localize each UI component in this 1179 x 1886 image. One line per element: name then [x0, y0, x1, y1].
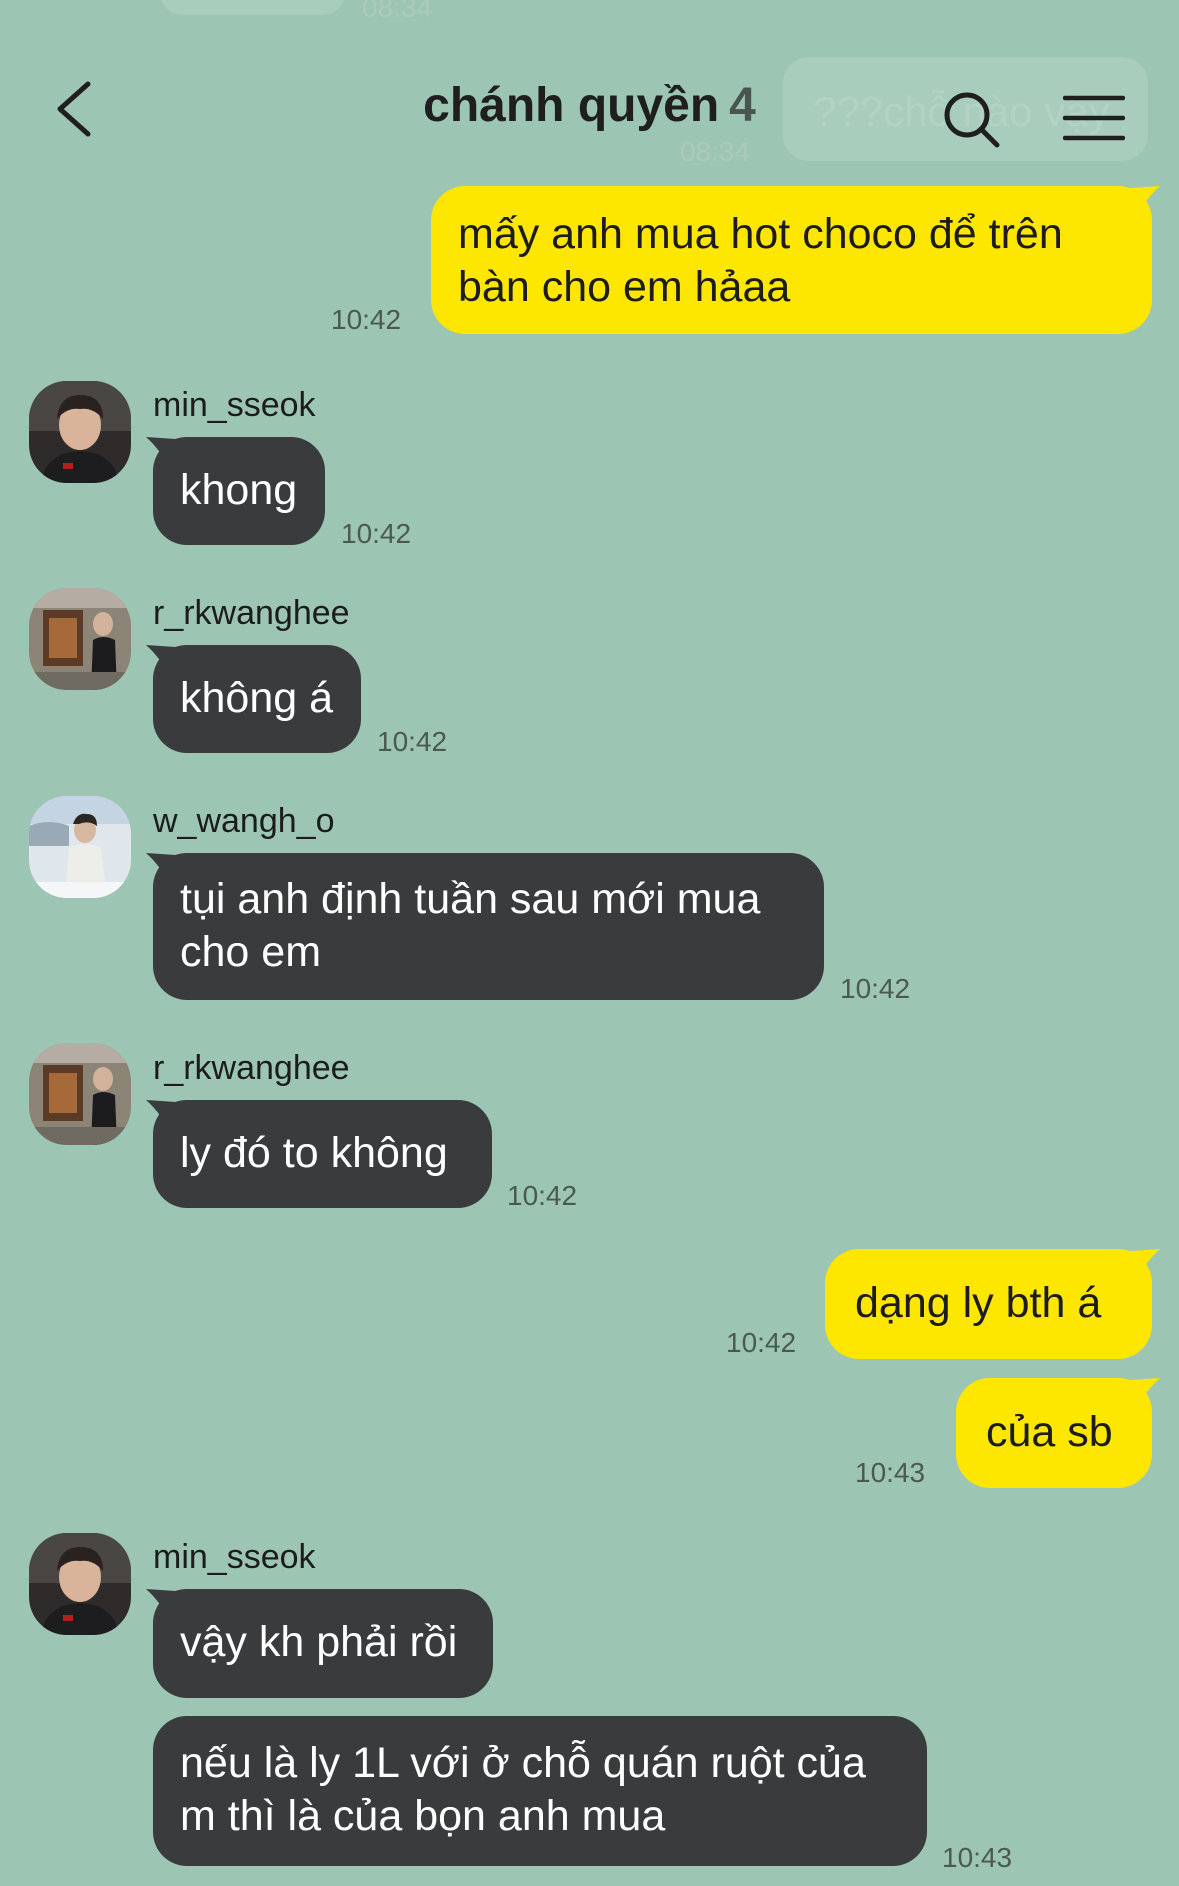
message-bubble-outgoing[interactable]: mấy anh mua hot choco để trên bàn cho em…: [431, 186, 1152, 334]
message-time: 10:42: [726, 1327, 797, 1358]
message-time: 10:42: [377, 726, 448, 757]
bubble-tail: [1130, 1249, 1160, 1283]
sender-name: min_sseok: [153, 1538, 316, 1576]
bubble-tail: [1130, 1378, 1160, 1412]
menu-button[interactable]: [1062, 94, 1126, 144]
sender-name: r_rkwanghee: [153, 1049, 350, 1087]
hamburger-menu-icon: [1062, 95, 1126, 141]
message-time: 10:42: [840, 973, 911, 1004]
avatar-min-sseok[interactable]: [29, 1533, 131, 1635]
sender-name: r_rkwanghee: [153, 594, 350, 632]
ghost-time: 08:34: [680, 136, 751, 167]
message-time: 10:43: [942, 1842, 1013, 1873]
message-bubble-outgoing[interactable]: dạng ly bth á: [825, 1249, 1152, 1359]
message-bubble-incoming[interactable]: ly đó to không: [153, 1100, 492, 1208]
sender-name: w_wangh_o: [153, 802, 335, 840]
avatar-r-rkwanghee[interactable]: [29, 1043, 131, 1145]
ghost-bubble-top: [160, 0, 345, 15]
message-bubble-incoming[interactable]: không á: [153, 645, 361, 753]
avatar-r-rkwanghee[interactable]: [29, 588, 131, 690]
search-button[interactable]: [940, 88, 1004, 152]
message-bubble-incoming[interactable]: tụi anh định tuần sau mới mua cho em: [153, 853, 824, 1000]
chat-title-name: chánh quyền: [423, 79, 720, 132]
message-time: 10:42: [341, 518, 412, 549]
member-count: 4: [729, 79, 756, 132]
bubble-tail: [1130, 186, 1160, 220]
message-bubble-incoming[interactable]: khong: [153, 437, 325, 545]
sender-name: min_sseok: [153, 386, 316, 424]
message-bubble-incoming[interactable]: nếu là ly 1L với ở chỗ quán ruột của m t…: [153, 1716, 927, 1866]
ghost-time-top: 08:34: [362, 0, 433, 23]
search-icon: [944, 92, 1000, 148]
avatar-min-sseok[interactable]: [29, 381, 131, 483]
message-time: 10:42: [507, 1180, 578, 1211]
avatar-w-wangh-o[interactable]: [29, 796, 131, 898]
message-time: 10:43: [855, 1457, 926, 1488]
message-time: 10:42: [331, 304, 402, 335]
message-bubble-outgoing[interactable]: của sb: [956, 1378, 1152, 1488]
message-bubble-incoming[interactable]: vậy kh phải rồi: [153, 1589, 493, 1698]
